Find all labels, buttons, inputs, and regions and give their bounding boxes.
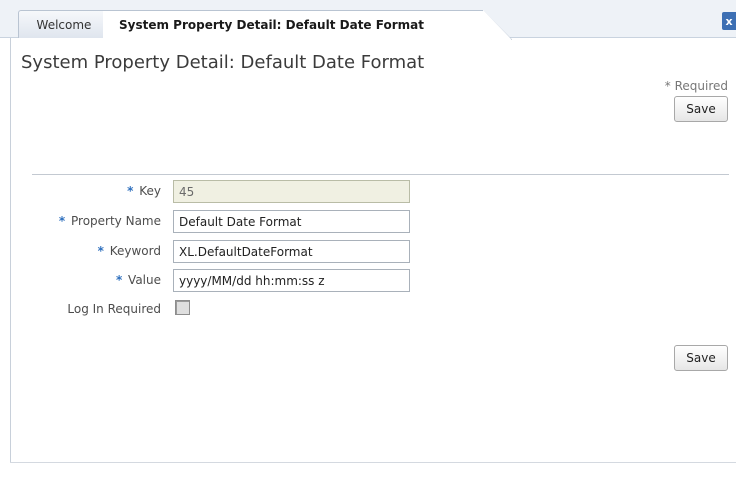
key-field — [173, 180, 410, 203]
close-tab-icon[interactable]: x — [722, 12, 736, 30]
form-row-property-name: * Property Name — [0, 210, 736, 234]
form-row-value: * Value — [0, 269, 736, 293]
save-button-top[interactable]: Save — [674, 96, 728, 122]
property-name-label: * Property Name — [58, 214, 161, 228]
page-title: System Property Detail: Default Date For… — [21, 52, 425, 73]
tab-welcome-label: Welcome — [36, 17, 92, 32]
keyword-label: * Keyword — [97, 244, 161, 258]
tab-system-property-detail[interactable]: System Property Detail: Default Date For… — [103, 10, 512, 40]
tab-active-label: System Property Detail: Default Date For… — [119, 18, 424, 32]
content-bottom-border — [10, 462, 736, 463]
section-divider — [32, 174, 729, 175]
login-required-checkbox[interactable] — [175, 300, 190, 315]
value-label: * Value — [115, 273, 161, 287]
keyword-field[interactable] — [173, 240, 410, 263]
required-note: * Required — [664, 79, 728, 93]
key-label: * Key — [127, 184, 161, 198]
tab-welcome[interactable]: Welcome — [18, 10, 121, 38]
required-marker: * — [58, 214, 66, 228]
tab-bar: Welcome System Property Detail: Default … — [0, 0, 736, 40]
form-row-key: * Key — [0, 180, 736, 204]
value-field[interactable] — [173, 269, 410, 292]
save-button-bottom[interactable]: Save — [674, 345, 728, 371]
property-name-field[interactable] — [173, 210, 410, 233]
required-marker: * — [127, 184, 134, 198]
form-row-keyword: * Keyword — [0, 240, 736, 264]
required-marker: * — [97, 244, 104, 258]
required-marker: * — [115, 273, 123, 287]
form-row-login-required: Log In Required — [0, 298, 736, 322]
login-required-label: Log In Required — [67, 302, 161, 316]
